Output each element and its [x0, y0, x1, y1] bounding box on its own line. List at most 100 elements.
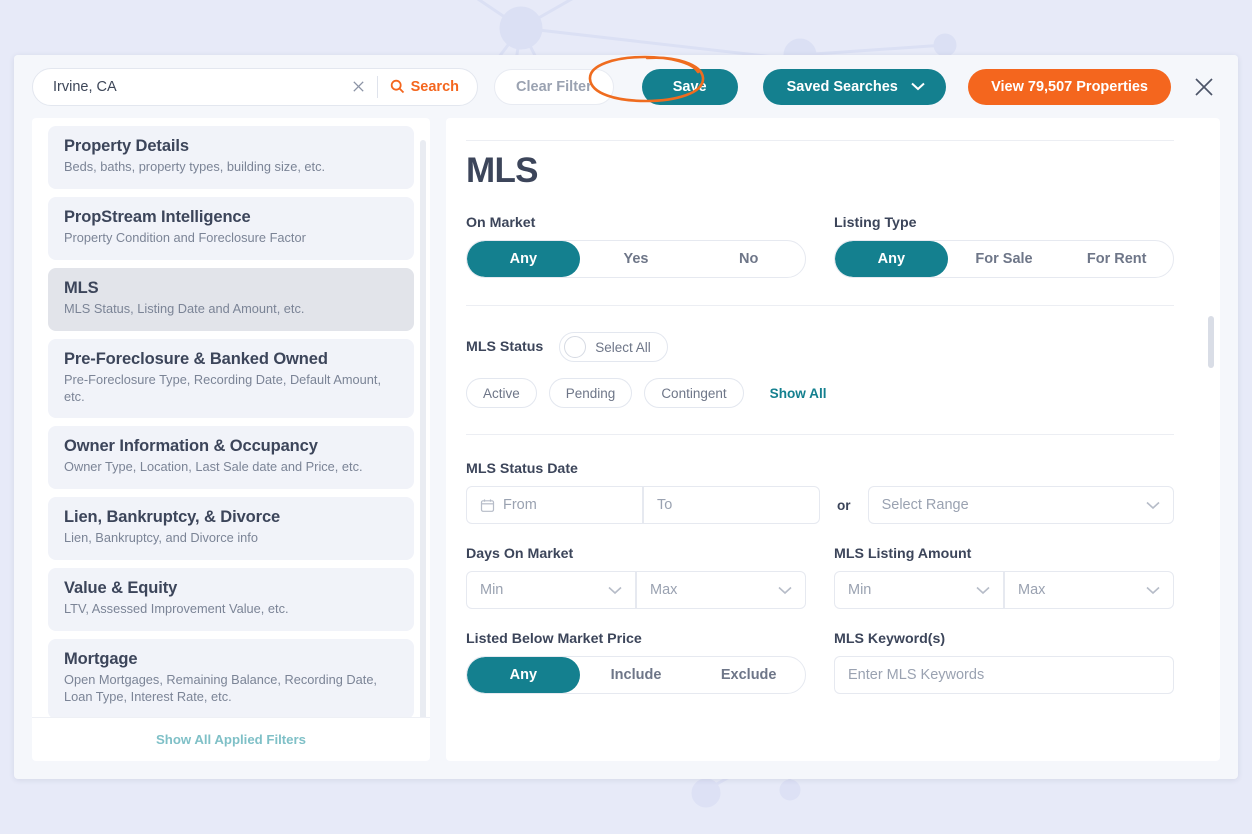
listed-below-market-price-field: Listed Below Market Price Any Include Ex… — [466, 631, 806, 694]
status-date-from-placeholder: From — [503, 497, 629, 513]
on-market-field: On Market Any Yes No — [466, 215, 806, 278]
mls-listing-amount-min-select[interactable]: Min — [834, 571, 1004, 609]
save-button[interactable]: Save — [642, 69, 738, 105]
on-market-option-any[interactable]: Any — [467, 241, 580, 277]
or-label: or — [820, 498, 868, 513]
on-market-option-yes[interactable]: Yes — [580, 241, 693, 277]
chevron-down-icon — [1146, 586, 1160, 595]
sidebar-item-subtitle: Pre-Foreclosure Type, Recording Date, De… — [64, 372, 398, 406]
sidebar-item-title: Owner Information & Occupancy — [64, 437, 398, 456]
status-date-range-select[interactable]: Select Range — [868, 486, 1174, 524]
segmented-row-1: On Market Any Yes No Listing Type Any Fo… — [466, 215, 1174, 278]
search-divider — [377, 76, 378, 98]
days-on-market-min-placeholder: Min — [480, 582, 600, 598]
sidebar-item-lien-bankruptcy-divorce[interactable]: Lien, Bankruptcy, & Divorce Lien, Bankru… — [48, 497, 414, 560]
listing-type-option-for-sale[interactable]: For Sale — [948, 241, 1061, 277]
status-date-from-input[interactable]: From — [466, 486, 643, 524]
toggle-knob-icon — [564, 336, 586, 358]
days-on-market-max-select[interactable]: Max — [636, 571, 806, 609]
listing-type-segmented-control[interactable]: Any For Sale For Rent — [834, 240, 1174, 278]
search-icon — [390, 79, 405, 94]
status-date-from-to-group: From To — [466, 486, 820, 524]
chevron-down-icon — [778, 586, 792, 595]
sidebar-item-propstream-intelligence[interactable]: PropStream Intelligence Property Conditi… — [48, 197, 414, 260]
mls-keywords-field: MLS Keyword(s) Enter MLS Keywords — [834, 631, 1174, 694]
mls-listing-amount-max-placeholder: Max — [1018, 582, 1138, 598]
below-market-option-any[interactable]: Any — [467, 657, 580, 693]
days-on-market-inputs: Min Max — [466, 571, 806, 609]
chevron-down-icon — [1146, 501, 1160, 510]
sidebar-item-subtitle: Beds, baths, property types, building si… — [64, 159, 398, 176]
sidebar-item-title: Value & Equity — [64, 579, 398, 598]
sidebar-item-subtitle: MLS Status, Listing Date and Amount, etc… — [64, 301, 398, 318]
sidebar-item-title: MLS — [64, 279, 398, 298]
sidebar-item-owner-information-occupancy[interactable]: Owner Information & Occupancy Owner Type… — [48, 426, 414, 489]
status-date-to-input[interactable]: To — [643, 486, 820, 524]
mls-status-chip-active[interactable]: Active — [466, 378, 537, 408]
modal-body: Property Details Beds, baths, property t… — [14, 118, 1238, 779]
sidebar-item-subtitle: Owner Type, Location, Last Sale date and… — [64, 459, 398, 476]
sidebar-item-property-details[interactable]: Property Details Beds, baths, property t… — [48, 126, 414, 189]
status-date-row: From To or Select Range — [466, 486, 1174, 524]
close-icon[interactable] — [1190, 73, 1218, 101]
mls-status-date-field: MLS Status Date — [466, 461, 1174, 524]
mls-status-label: MLS Status — [466, 339, 543, 355]
below-market-keywords-row: Listed Below Market Price Any Include Ex… — [466, 631, 1174, 694]
mls-listing-amount-max-select[interactable]: Max — [1004, 571, 1174, 609]
on-market-segmented-control[interactable]: Any Yes No — [466, 240, 806, 278]
sidebar-item-value-equity[interactable]: Value & Equity LTV, Assessed Improvement… — [48, 568, 414, 631]
select-range-placeholder: Select Range — [882, 497, 1138, 513]
numeric-range-row: Days On Market Min Max — [466, 546, 1174, 609]
below-market-option-exclude[interactable]: Exclude — [692, 657, 805, 693]
sidebar-item-title: Lien, Bankruptcy, & Divorce — [64, 508, 398, 527]
chevron-down-icon — [911, 82, 925, 91]
filter-toolbar: Search Clear Filter Save Saved Searches … — [14, 55, 1238, 118]
detail-panel-scrollbar[interactable] — [1208, 316, 1214, 368]
calendar-icon — [480, 498, 495, 513]
filter-category-sidebar: Property Details Beds, baths, property t… — [32, 118, 430, 761]
sidebar-item-pre-foreclosure-banked-owned[interactable]: Pre-Foreclosure & Banked Owned Pre-Forec… — [48, 339, 414, 419]
select-all-toggle[interactable]: Select All — [559, 332, 668, 362]
show-all-applied-filters-link[interactable]: Show All Applied Filters — [156, 732, 306, 747]
saved-searches-label: Saved Searches — [787, 79, 898, 95]
search-input[interactable] — [53, 69, 347, 105]
search-button[interactable]: Search — [386, 79, 473, 95]
on-market-option-no[interactable]: No — [692, 241, 805, 277]
mls-status-header: MLS Status Select All — [466, 332, 1174, 362]
sidebar-item-title: PropStream Intelligence — [64, 208, 398, 227]
sidebar-scrollbar[interactable] — [420, 140, 426, 717]
listing-type-option-any[interactable]: Any — [835, 241, 948, 277]
sidebar-item-title: Mortgage — [64, 650, 398, 669]
sidebar-item-title: Pre-Foreclosure & Banked Owned — [64, 350, 398, 369]
clear-search-icon[interactable] — [347, 75, 371, 99]
sidebar-item-mortgage[interactable]: Mortgage Open Mortgages, Remaining Balan… — [48, 639, 414, 717]
mls-keywords-input[interactable]: Enter MLS Keywords — [834, 656, 1174, 694]
days-on-market-min-select[interactable]: Min — [466, 571, 636, 609]
search-box[interactable]: Search — [32, 68, 478, 106]
listing-type-option-for-rent[interactable]: For Rent — [1060, 241, 1173, 277]
status-date-to-placeholder: To — [657, 497, 806, 513]
mls-status-chip-pending[interactable]: Pending — [549, 378, 633, 408]
panel-top-divider — [466, 140, 1174, 141]
mls-listing-amount-field: MLS Listing Amount Min Max — [834, 546, 1174, 609]
below-market-option-include[interactable]: Include — [580, 657, 693, 693]
listed-below-market-price-segmented-control[interactable]: Any Include Exclude — [466, 656, 806, 694]
sidebar-item-subtitle: Lien, Bankruptcy, and Divorce info — [64, 530, 398, 547]
mls-status-show-all-link[interactable]: Show All — [770, 386, 827, 401]
sidebar-item-title: Property Details — [64, 137, 398, 156]
filter-detail-inner: MLS On Market Any Yes No Listing Type — [446, 118, 1220, 694]
mls-listing-amount-label: MLS Listing Amount — [834, 546, 1174, 562]
clear-filter-button[interactable]: Clear Filter — [494, 69, 614, 105]
sidebar-item-subtitle: Open Mortgages, Remaining Balance, Recor… — [64, 672, 398, 706]
sidebar-item-mls[interactable]: MLS MLS Status, Listing Date and Amount,… — [48, 268, 414, 331]
saved-searches-button[interactable]: Saved Searches — [763, 69, 946, 105]
chevron-down-icon — [608, 586, 622, 595]
from-to-inputs: From To — [466, 486, 820, 524]
view-properties-button[interactable]: View 79,507 Properties — [968, 69, 1171, 105]
search-button-label: Search — [411, 79, 459, 95]
mls-status-chip-contingent[interactable]: Contingent — [644, 378, 743, 408]
sidebar-footer: Show All Applied Filters — [32, 717, 430, 761]
divider-2 — [466, 434, 1174, 435]
chevron-down-icon — [976, 586, 990, 595]
mls-listing-amount-inputs: Min Max — [834, 571, 1174, 609]
